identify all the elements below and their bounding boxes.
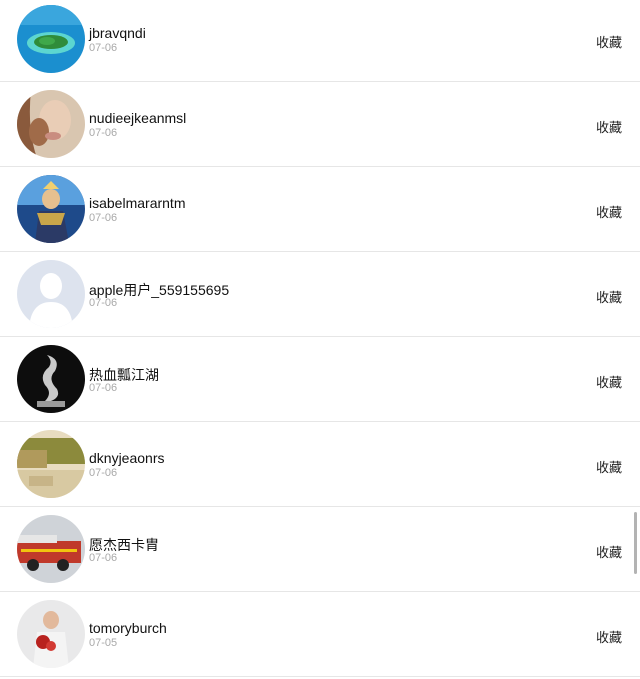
favorite-button[interactable]: 收藏 [596, 627, 622, 646]
user-name: jbravqndi [89, 25, 146, 41]
favorite-button[interactable]: 收藏 [596, 372, 622, 391]
item-date: 07-06 [89, 127, 118, 139]
favorite-button[interactable]: 收藏 [596, 457, 622, 476]
favorite-button[interactable]: 收藏 [596, 202, 622, 221]
list-item[interactable]: jbravqndi 07-06 收藏 [0, 0, 640, 82]
item-date: 07-06 [89, 467, 118, 479]
favorite-button[interactable]: 收藏 [596, 287, 622, 306]
favorite-button[interactable]: 收藏 [596, 542, 622, 561]
item-date: 07-05 [89, 637, 118, 649]
dragon-sculpture-avatar-icon[interactable] [17, 345, 85, 413]
woman-portrait-avatar-icon[interactable] [17, 90, 85, 158]
user-name: isabelmararntm [89, 195, 186, 211]
user-name: nudieejkeanmsl [89, 110, 187, 126]
item-date: 07-06 [89, 382, 118, 394]
favorite-button[interactable]: 收藏 [596, 32, 622, 51]
room-interior-avatar-icon[interactable] [17, 430, 85, 498]
island-photo-avatar-icon[interactable] [17, 5, 85, 73]
list-item[interactable]: dknyjeaonrs 07-06 收藏 [0, 422, 640, 507]
item-date: 07-06 [89, 212, 118, 224]
fire-truck-avatar-icon[interactable] [17, 515, 85, 583]
list-item[interactable]: tomoryburch 07-05 收藏 [0, 592, 640, 677]
favorite-button[interactable]: 收藏 [596, 117, 622, 136]
game-character-avatar-icon[interactable] [17, 175, 85, 243]
list-item[interactable]: 愿杰西卡胄 07-06 收藏 [0, 507, 640, 592]
list-item[interactable]: 热血瓢江湖 07-06 收藏 [0, 337, 640, 422]
list-item[interactable]: apple用户_559155695 07-06 收藏 [0, 252, 640, 337]
user-name: tomoryburch [89, 620, 167, 636]
favorites-list: jbravqndi 07-06 收藏 nudieejkeanmsl 07-06 … [0, 0, 640, 677]
list-item[interactable]: nudieejkeanmsl 07-06 收藏 [0, 82, 640, 167]
person-with-flowers-avatar-icon[interactable] [17, 600, 85, 668]
item-date: 07-06 [89, 297, 118, 309]
list-item[interactable]: isabelmararntm 07-06 收藏 [0, 167, 640, 252]
item-date: 07-06 [89, 42, 118, 54]
vertical-scrollbar[interactable] [634, 512, 637, 574]
user-name: dknyjeaonrs [89, 450, 165, 466]
item-date: 07-06 [89, 552, 118, 564]
default-user-avatar-icon[interactable] [17, 260, 85, 328]
